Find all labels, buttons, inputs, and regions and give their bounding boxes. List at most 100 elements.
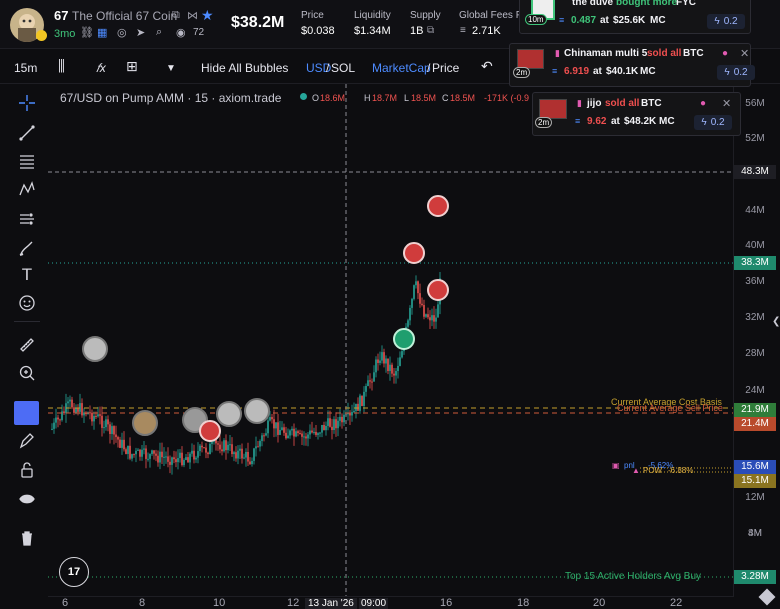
share-icon[interactable]: ⋈ [187,9,198,22]
notif-age: 10m [525,14,547,25]
candle-body [361,395,363,406]
interval-button[interactable]: 15m [14,61,37,75]
marketcap-toggle[interactable]: MarketCap [372,61,431,75]
candle-body [323,424,325,431]
more-chevron-icon[interactable]: ▼ [166,63,176,74]
pnl-tag: 15.6M [734,460,776,474]
sell-bubble[interactable] [427,279,449,301]
candle-body [375,359,377,373]
copy-supply-icon[interactable]: ⧉ [427,25,434,36]
candle-body [189,453,191,463]
candle-body [149,454,151,459]
bolt-badge[interactable]: ϟ 0.2 [707,14,745,29]
bell-icon[interactable]: ● [722,48,728,59]
undo-icon[interactable]: ↶ [481,58,493,75]
close-icon[interactable]: ✕ [722,97,731,110]
tradingview-logo[interactable]: 17 [59,557,89,587]
copy-icon[interactable]: ⧉ [172,9,180,22]
notif-at: at [611,116,620,127]
buy-bubble[interactable] [393,328,415,350]
candle-body [271,417,273,420]
candle-body [399,357,401,366]
bolt-icon: ϟ [714,16,720,27]
candle-body [333,419,335,431]
sell-bubble[interactable] [199,420,221,442]
candle-type-icon[interactable]: ⫼ [58,58,65,75]
candle-body [95,415,97,417]
price-tick: 4M [748,528,762,539]
candle-body [381,352,383,361]
price-toggle[interactable]: Price [432,61,459,75]
candle-body [235,452,237,459]
candle-body [285,432,287,439]
candle-body [99,414,101,416]
notif-amount: 0.487 [571,15,597,26]
time-scale-border [48,596,734,597]
trader-bubble[interactable] [244,398,270,424]
link-icon[interactable]: ⛓ [80,26,94,39]
hide-bubbles-button[interactable]: Hide All Bubbles [201,61,288,75]
search-icon[interactable]: ⌕ [156,26,162,39]
candle-body [223,440,225,452]
sell-bubble[interactable] [427,195,449,217]
candle-body [369,380,371,382]
candle-body [265,433,267,436]
candle-body [249,461,251,465]
candle-body [121,439,123,448]
bolt-badge[interactable]: ϟ 0.2 [694,115,732,130]
stat-liquidity-value: $1.34M [354,25,391,37]
sol-icon: ≡ [575,116,581,126]
globe-icon[interactable]: ◎ [117,26,127,39]
scale-collapse-icon[interactable]: ❮ [772,316,780,327]
sell-bubble[interactable] [403,242,425,264]
sol-toggle[interactable]: SOL [331,61,355,75]
token-age: 3mo [54,28,76,40]
notif-trader: Chinaman multi 5 [564,48,648,59]
candle-body [175,459,177,463]
candle-body [199,445,201,452]
candle-body [227,444,229,451]
candlestick-series [51,271,441,475]
pow-label: POW [643,466,663,475]
candle-body [131,454,133,459]
trader-bubble[interactable] [216,401,242,427]
notif-ticker: BTC [641,98,662,109]
candle-body [253,448,255,461]
notif-mc-label: MC [659,116,675,127]
candle-body [365,386,367,392]
candle-body [331,426,333,431]
telegram-icon[interactable]: ➤ [136,26,145,39]
star-icon[interactable]: ★ [201,7,214,24]
notif-mc-label: MC [650,15,666,26]
candle-body [241,448,243,459]
price-chart[interactable] [0,84,780,609]
candle-body [337,420,339,429]
candle-body [409,307,411,321]
time-tick: 16 [440,597,453,609]
candle-body [105,419,107,428]
candle-body [295,431,297,437]
candle-body [313,431,315,433]
layouts-icon[interactable]: ⊞ [126,58,138,75]
trader-bubble[interactable] [82,336,108,362]
ohlc-high: 18.7M [372,93,398,103]
market-status-dot [300,93,307,100]
indicators-icon[interactable]: 𝑓x [96,61,106,76]
candle-body [221,449,223,452]
candle-body [353,410,355,413]
top-holders-tag: 3.28M [734,570,776,584]
candle-body [419,293,421,304]
notif-at: at [593,66,602,77]
trader-bubble[interactable] [132,410,158,436]
grid-icon[interactable]: ▦ [97,26,107,39]
candle-body [185,457,187,460]
ohlc-low: 18.5M [411,93,437,103]
close-icon[interactable]: ✕ [740,47,749,60]
candle-body [315,431,317,435]
bell-icon[interactable]: ● [700,98,706,109]
token-name: The Official 67 Coin [72,9,178,23]
bolt-badge[interactable]: ϟ 0.2 [717,65,755,80]
candle-body [385,358,387,364]
candle-body [325,425,327,431]
candle-body [425,314,427,317]
